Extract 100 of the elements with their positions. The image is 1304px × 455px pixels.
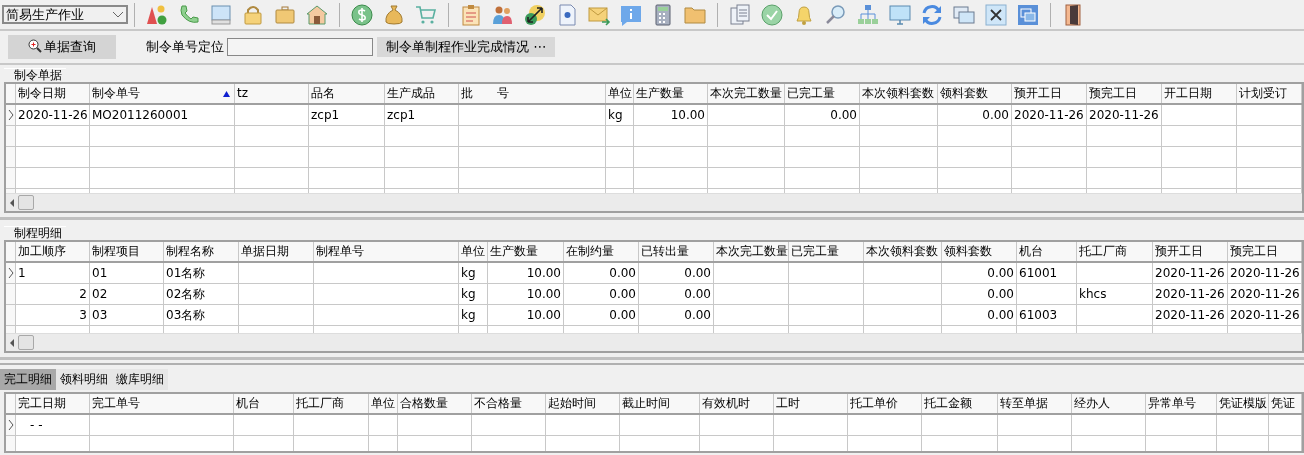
column-header[interactable]: 机台 [1017, 242, 1077, 261]
column-header[interactable]: 制令日期 [16, 84, 90, 103]
column-header[interactable]: 已完工量 [785, 84, 860, 103]
column-header[interactable]: 计划受订 [1237, 84, 1302, 103]
table-cell: 01名称 [164, 263, 239, 284]
table-cell: 0.00 [639, 284, 714, 305]
table-cell: 2020-11-26 [1228, 305, 1302, 326]
column-header[interactable]: 异常单号 [1146, 394, 1217, 413]
table-cell: 2020-11-26 [1228, 263, 1302, 284]
locate-label: 制令单号定位 [146, 38, 224, 56]
completion-status-button[interactable]: 制令单制程作业完成情况 ⋯ [377, 37, 556, 57]
column-header[interactable]: 制程名称 [164, 242, 239, 261]
table-cell: zcp1 [385, 105, 459, 126]
table-cell: 2020-11-26 [1087, 105, 1162, 126]
table-cell: - - [16, 415, 90, 436]
column-header[interactable]: 合格数量 [398, 394, 472, 413]
column-header[interactable]: 单位 [369, 394, 398, 413]
query-button[interactable]: 单据查询 [8, 35, 116, 59]
column-header[interactable]: 已转出量 [639, 242, 714, 261]
column-header[interactable]: 领料套数 [942, 242, 1017, 261]
column-header[interactable]: 经办人 [1072, 394, 1146, 413]
table-cell: 0.00 [639, 305, 714, 326]
table-cell: 3 [16, 305, 90, 326]
tab[interactable]: 缴库明细 [112, 369, 168, 390]
column-header[interactable]: 批 号 [459, 84, 606, 103]
column-header[interactable]: 已完工量 [789, 242, 864, 261]
table-cell: 0.00 [942, 263, 1017, 284]
column-header[interactable]: 托工单价 [848, 394, 922, 413]
table-cell: 10.00 [488, 305, 564, 326]
table-cell: 61001 [1017, 263, 1077, 284]
table-cell: 0.00 [564, 305, 639, 326]
column-header[interactable]: 截止时间 [620, 394, 700, 413]
table-cell: kg [606, 105, 634, 126]
column-header[interactable]: 凭证模版 [1217, 394, 1269, 413]
table-cell: 10.00 [488, 263, 564, 284]
table-cell: MO2011260001 [90, 105, 235, 126]
table-cell: khcs [1077, 284, 1153, 305]
table-cell: 2020-11-26 [1153, 284, 1228, 305]
column-header[interactable]: 预完工日 [1087, 84, 1162, 103]
column-header[interactable]: 机台 [234, 394, 294, 413]
column-header[interactable]: 本次领料套数 [864, 242, 942, 261]
table-cell: 0.00 [639, 263, 714, 284]
table-cell: 2 [16, 284, 90, 305]
column-header[interactable]: 开工日期 [1162, 84, 1237, 103]
column-header[interactable]: 领料套数 [938, 84, 1012, 103]
column-header[interactable]: 托工厂商 [294, 394, 369, 413]
column-header[interactable]: 生产成品 [385, 84, 459, 103]
table-cell: 0.00 [785, 105, 860, 126]
table-cell: 10.00 [634, 105, 708, 126]
table-cell: 2020-11-26 [1228, 284, 1302, 305]
table-cell: 03 [90, 305, 164, 326]
column-header[interactable]: 本次完工数量 [714, 242, 789, 261]
table-cell: kg [459, 305, 488, 326]
column-header[interactable]: 预开工日 [1012, 84, 1087, 103]
column-header[interactable]: 完工单号 [90, 394, 234, 413]
column-header[interactable]: 托工金额 [922, 394, 998, 413]
column-header[interactable]: 本次领料套数 [860, 84, 938, 103]
table-cell: 03名称 [164, 305, 239, 326]
column-header[interactable]: 单位 [459, 242, 488, 261]
tab[interactable]: 完工明细 [0, 369, 56, 390]
column-header[interactable]: 工时 [774, 394, 848, 413]
table-cell: 02名称 [164, 284, 239, 305]
column-header[interactable]: 加工顺序 [16, 242, 90, 261]
table-cell: 0.00 [564, 284, 639, 305]
column-header[interactable]: 生产数量 [634, 84, 708, 103]
column-header[interactable]: 预完工日 [1228, 242, 1302, 261]
table-cell: 02 [90, 284, 164, 305]
table-cell: 2020-11-26 [1012, 105, 1087, 126]
column-header[interactable]: 单据日期 [239, 242, 314, 261]
table-cell: 0.00 [942, 284, 1017, 305]
column-header[interactable]: 凭证 [1269, 394, 1302, 413]
column-header[interactable]: 转至单据 [998, 394, 1072, 413]
column-header[interactable]: 品名 [309, 84, 385, 103]
table-cell: 1 [16, 263, 90, 284]
table-cell: kg [459, 263, 488, 284]
column-header[interactable]: 本次完工数量 [708, 84, 785, 103]
column-header[interactable]: tz [235, 84, 309, 103]
tab[interactable]: 领料明细 [56, 369, 112, 390]
column-header[interactable]: 单位 [606, 84, 634, 103]
column-header[interactable]: 完工日期 [16, 394, 90, 413]
column-header[interactable]: 有效机时 [700, 394, 774, 413]
table-cell: 10.00 [488, 284, 564, 305]
column-header[interactable]: 制程单号 [314, 242, 459, 261]
module-select[interactable]: 简易生产作业 [2, 5, 128, 24]
column-header[interactable]: 托工厂商 [1077, 242, 1153, 261]
column-header[interactable]: 制令单号 [90, 84, 235, 103]
column-header[interactable]: 预开工日 [1153, 242, 1228, 261]
table-cell: 0.00 [564, 263, 639, 284]
column-header[interactable]: 不合格量 [472, 394, 546, 413]
column-header[interactable]: 起始时间 [546, 394, 620, 413]
column-header[interactable]: 在制约量 [564, 242, 639, 261]
table-cell: 0.00 [942, 305, 1017, 326]
table-cell: 01 [90, 263, 164, 284]
column-header[interactable]: 制程项目 [90, 242, 164, 261]
table-cell: 2020-11-26 [16, 105, 90, 126]
column-header[interactable]: 生产数量 [488, 242, 564, 261]
table-cell: 0.00 [938, 105, 1012, 126]
table-cell: kg [459, 284, 488, 305]
table-cell: 2020-11-26 [1153, 305, 1228, 326]
table-cell: 2020-11-26 [1153, 263, 1228, 284]
